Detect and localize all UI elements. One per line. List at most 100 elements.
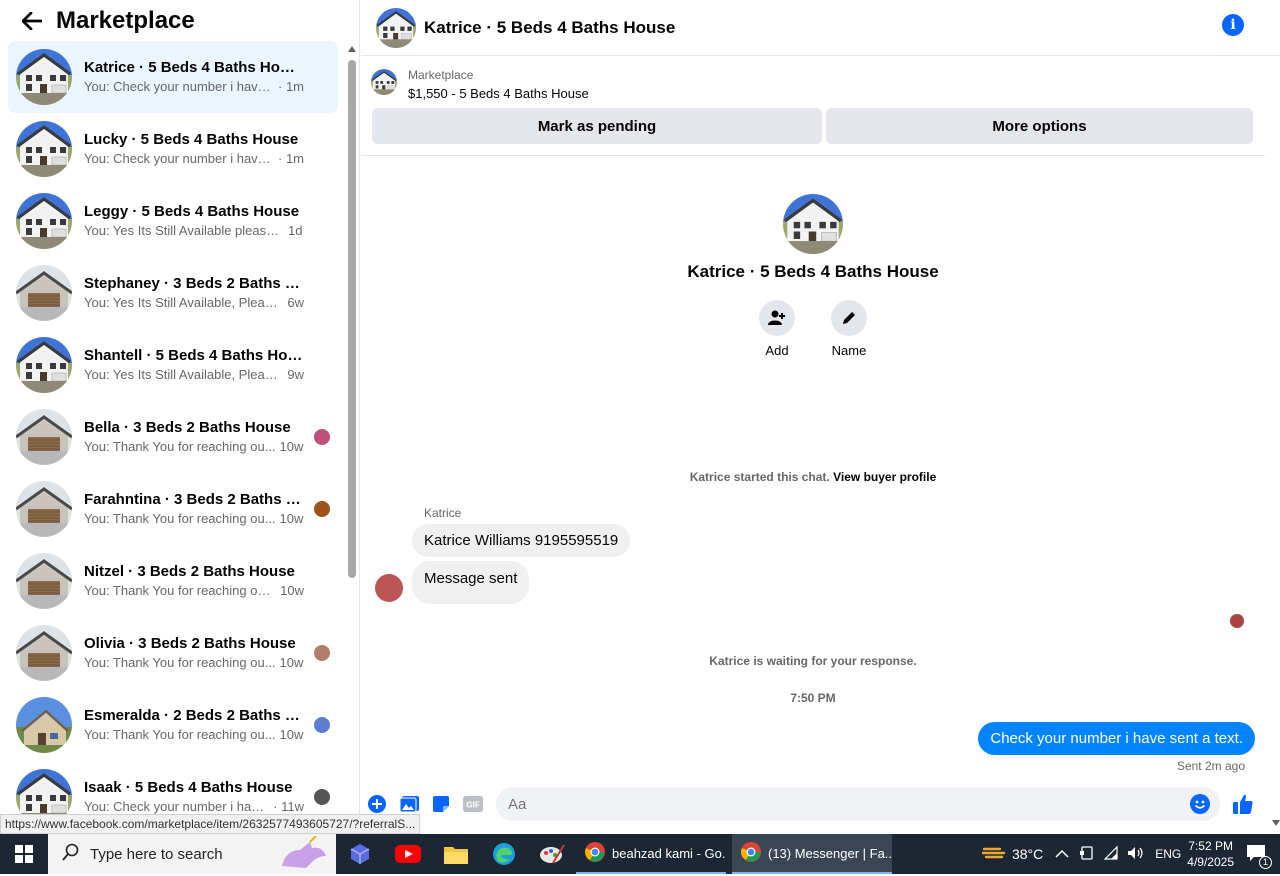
sender-avatar[interactable] <box>375 574 403 602</box>
sidebar-scrollbar[interactable] <box>344 44 359 834</box>
chat-title[interactable]: Katrice · 5 Beds 4 Baths House <box>424 18 675 38</box>
conversation-preview: You: Check your number i have se... <box>84 79 274 94</box>
conversation-time: 10w <box>279 655 304 670</box>
conversation-item[interactable]: Nitzel · 3 Beds 2 Baths House You: Thank … <box>8 545 338 617</box>
temperature[interactable]: 38°C <box>1012 846 1043 862</box>
taskbar-chrome-window[interactable]: beahzad kami - Go... <box>576 834 726 874</box>
photo-icon[interactable] <box>400 794 420 814</box>
taskbar-messenger-window[interactable]: (13) Messenger | Fa... <box>732 834 892 874</box>
unicorn-icon <box>276 835 332 876</box>
participant-avatar <box>314 789 330 805</box>
conversation-preview: You: Check your number i have se... <box>84 151 274 166</box>
participant-avatar <box>314 501 330 517</box>
notifications-icon[interactable]: 1 <box>1246 844 1272 869</box>
conversation-preview: You: Thank You for reaching out r... <box>84 583 277 598</box>
conversation-time: · 1m <box>278 151 304 166</box>
chevron-up-icon[interactable] <box>1055 847 1069 862</box>
incoming-message[interactable]: Katrice Williams 9195595519 <box>412 524 631 557</box>
intro-name: Katrice · 5 Beds 4 Baths House <box>687 262 939 281</box>
search-icon <box>62 843 80 865</box>
conversation-preview: You: Yes Its Still Available please se..… <box>84 223 284 238</box>
scroll-up-arrow-icon[interactable] <box>348 46 356 52</box>
incoming-message[interactable]: Message sent <box>412 561 530 604</box>
conversation-item[interactable]: Shantell · 5 Beds 4 Baths House You: Yes … <box>8 329 338 401</box>
started-text: Katrice started this chat. <box>689 470 830 484</box>
conversation-item[interactable]: Stephaney · 3 Beds 2 Baths House You: Yes… <box>8 257 338 329</box>
conversation-time: 10w <box>279 439 304 454</box>
conversation-time: 10w <box>279 727 304 742</box>
listing-thumbnail <box>16 625 72 681</box>
scroll-down-arrow-icon[interactable] <box>1272 820 1280 826</box>
listing-thumbnail <box>16 697 72 753</box>
weather-icon[interactable] <box>980 843 1006 866</box>
sender-name: Katrice <box>424 506 462 520</box>
conversation-name: Olivia · 3 Beds 2 Baths House <box>84 635 296 652</box>
conversation-item[interactable]: Esmeralda · 2 Beds 2 Baths Ho... You: Tha… <box>8 689 338 761</box>
clock-date: 4/9/2025 <box>1187 855 1234 869</box>
participant-avatar <box>314 717 330 733</box>
svg-text:GIF: GIF <box>466 801 480 810</box>
conversation-name: Katrice · 5 Beds 4 Baths House <box>84 59 304 76</box>
conversation-preview: You: Thank You for reaching ou... <box>84 655 276 670</box>
add-people-button[interactable]: Add <box>757 300 797 358</box>
windows-start-icon[interactable] <box>0 834 48 874</box>
clock[interactable]: 7:52 PM 4/9/2025 <box>1187 838 1234 870</box>
meet-now-icon[interactable] <box>1079 845 1095 864</box>
listing-thumbnail <box>16 265 72 321</box>
conversation-preview: You: Yes Its Still Available, Please Se.… <box>84 295 283 310</box>
language-indicator[interactable]: ENG <box>1155 847 1181 861</box>
conversation-item[interactable]: Olivia · 3 Beds 2 Baths House You: Thank … <box>8 617 338 689</box>
wifi-icon[interactable] <box>1103 845 1119 864</box>
conversation-name: Nitzel · 3 Beds 2 Baths House <box>84 563 295 580</box>
conversation-name: Lucky · 5 Beds 4 Baths House <box>84 131 299 148</box>
conversation-item[interactable]: Leggy · 5 Beds 4 Baths House You: Yes Its… <box>8 185 338 257</box>
seen-indicator-avatar <box>1230 614 1244 628</box>
conversation-time: 10w <box>280 583 304 598</box>
volume-icon[interactable] <box>1127 845 1145 864</box>
emoji-icon[interactable] <box>1190 794 1210 814</box>
taskbar-task-label: beahzad kami - Go... <box>612 845 726 861</box>
listing-thumbnail <box>16 481 72 537</box>
chat-avatar[interactable] <box>376 7 416 48</box>
conversation-name: Stephaney · 3 Beds 2 Baths House <box>84 275 304 292</box>
system-tray: 38°C ENG 7:52 PM 4/9/2025 1 <box>980 834 1280 874</box>
plus-icon[interactable] <box>367 794 387 814</box>
conversation-preview: You: Yes Its Still Available, Please Se.… <box>84 367 283 382</box>
marketplace-label: Marketplace <box>408 68 474 82</box>
search-placeholder: Type here to search <box>90 845 223 863</box>
conversation-item[interactable]: Katrice · 5 Beds 4 Baths House You: Check… <box>8 41 338 113</box>
listing-thumbnail[interactable] <box>371 69 397 95</box>
chat-header: Katrice · 5 Beds 4 Baths House <box>361 0 1280 56</box>
listing-thumbnail <box>16 121 72 177</box>
conversation-time: · 1m <box>278 79 304 94</box>
gif-icon[interactable]: GIF <box>463 794 483 814</box>
chat-started-note: Katrice started this chat. View buyer pr… <box>361 470 1265 484</box>
cube-app-icon[interactable] <box>336 834 384 874</box>
listing-title[interactable]: $1,550 - 5 Beds 4 Baths House <box>408 86 589 101</box>
message-input[interactable] <box>496 787 1176 821</box>
edge-browser-icon[interactable] <box>480 834 528 874</box>
more-options-button[interactable]: More options <box>826 108 1253 144</box>
taskbar-search[interactable]: Type here to search <box>48 834 336 874</box>
waiting-note: Katrice is waiting for your response. <box>709 654 917 668</box>
status-bar-url: https://www.facebook.com/marketplace/ite… <box>0 814 421 834</box>
conversation-item[interactable]: Farahntina · 3 Beds 2 Baths H... You: Tha… <box>8 473 338 545</box>
outgoing-message[interactable]: Check your number i have sent a text. <box>978 722 1255 755</box>
listing-thumbnail <box>16 553 72 609</box>
message-input-wrapper <box>496 787 1220 821</box>
back-arrow-icon[interactable] <box>20 9 44 33</box>
youtube-icon[interactable] <box>384 834 432 874</box>
sticker-icon[interactable] <box>431 794 451 814</box>
name-button[interactable]: Name <box>829 300 869 358</box>
conversation-item[interactable]: Lucky · 5 Beds 4 Baths House You: Check y… <box>8 113 338 185</box>
marketplace-listing-bar: Marketplace $1,550 - 5 Beds 4 Baths Hous… <box>361 58 1265 156</box>
listing-thumbnail <box>16 193 72 249</box>
mark-as-pending-button[interactable]: Mark as pending <box>372 108 822 144</box>
view-buyer-profile-link[interactable]: View buyer profile <box>833 470 936 484</box>
paint-app-icon[interactable] <box>528 834 576 874</box>
conversation-item[interactable]: Bella · 3 Beds 2 Baths House You: Thank Y… <box>8 401 338 473</box>
info-icon[interactable]: i <box>1222 14 1244 36</box>
thumbs-up-icon[interactable] <box>1231 792 1255 816</box>
file-explorer-icon[interactable] <box>432 834 480 874</box>
scrollbar-thumb[interactable] <box>348 60 356 578</box>
